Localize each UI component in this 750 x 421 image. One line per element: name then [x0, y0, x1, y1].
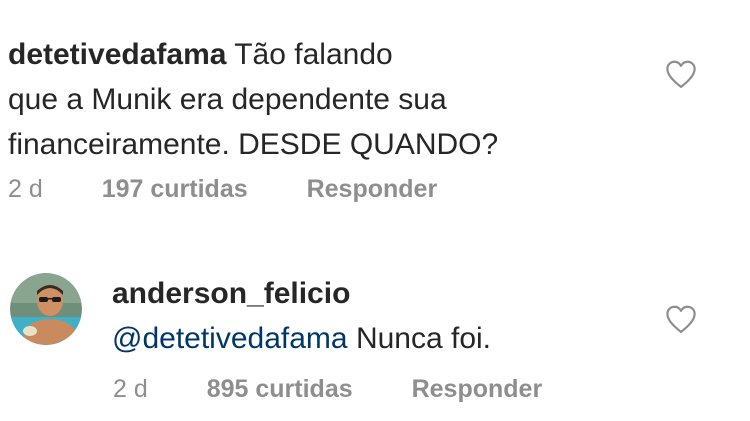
comment-text: financeiramente. DESDE QUANDO?: [8, 128, 499, 161]
comment-likes-count[interactable]: 197 curtidas: [102, 174, 248, 204]
heart-outline-icon[interactable]: [664, 59, 698, 89]
avatar-photo: [10, 273, 82, 345]
comment-item: detetivedafama Tão falando que a Munik e…: [0, 0, 750, 230]
comment-text-line: @detetivedafama Nunca foi.: [112, 316, 672, 361]
reply-button[interactable]: Responder: [307, 174, 438, 204]
comment-username[interactable]: anderson_felicio: [112, 277, 350, 310]
avatar[interactable]: [10, 273, 82, 345]
comment-meta: 2 d 197 curtidas Responder: [8, 174, 437, 204]
comment-meta: 2 d 895 curtidas Responder: [113, 374, 542, 404]
comment-likes-count[interactable]: 895 curtidas: [207, 374, 353, 404]
comment-body: anderson_felicio @detetivedafama Nunca f…: [112, 271, 672, 361]
reply-comment-item: anderson_felicio @detetivedafama Nunca f…: [0, 262, 750, 421]
heart-outline-icon[interactable]: [664, 304, 698, 334]
comment-timestamp: 2 d: [8, 175, 43, 203]
comment-timestamp: 2 d: [113, 375, 148, 403]
reply-button[interactable]: Responder: [412, 374, 543, 404]
comment-username[interactable]: detetivedafama: [8, 38, 226, 71]
mention-link[interactable]: @detetivedafama: [112, 322, 348, 355]
comment-username-line: anderson_felicio: [112, 271, 672, 316]
comment-text: Nunca foi.: [355, 322, 492, 355]
comment-text: Tão falando: [234, 38, 393, 71]
comment-first-line: detetivedafama Tão falando: [8, 32, 608, 77]
comment-body: detetivedafama Tão falando que a Munik e…: [8, 32, 608, 167]
comment-text: que a Munik era dependente sua: [8, 83, 447, 116]
